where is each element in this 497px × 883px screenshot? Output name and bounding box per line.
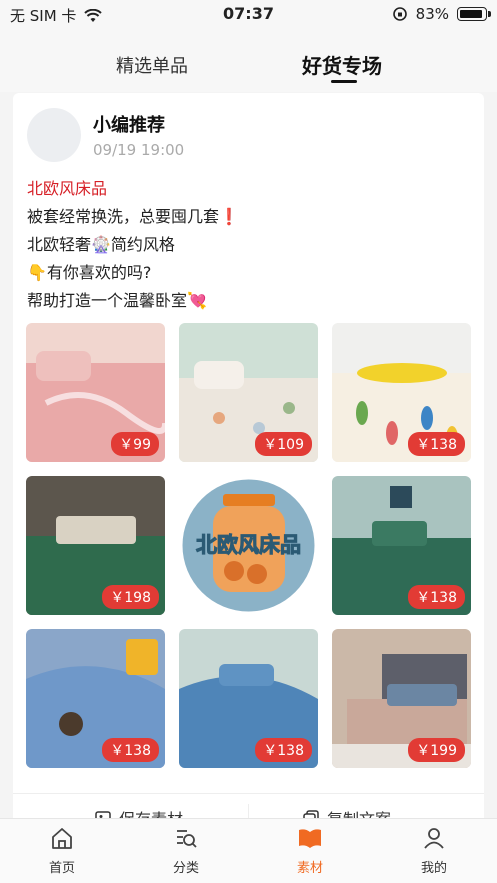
author-name: 小编推荐	[93, 115, 165, 136]
bottom-nav: 首页 分类 素材 我的	[0, 818, 497, 883]
post-line: 👇有你喜欢的吗?	[27, 263, 152, 282]
nav-material[interactable]: 素材	[280, 825, 340, 876]
post-line: 北欧轻奢🎡简约风格	[27, 235, 175, 254]
battery-percent: 83%	[415, 5, 449, 23]
product-image[interactable]: ￥99	[26, 323, 165, 462]
category-search-icon	[177, 830, 197, 848]
nav-category[interactable]: 分类	[156, 825, 216, 876]
post-text: 北欧风床品 被套经常换洗，总要囤几套❗ 北欧轻奢🎡简约风格 👇有你喜欢的吗? 帮…	[27, 175, 239, 315]
price-badge: ￥138	[255, 738, 312, 762]
post-date: 09/19 19:00	[93, 141, 185, 159]
post-line: 被套经常换洗，总要囤几套❗	[27, 207, 239, 226]
nav-material-label: 素材	[296, 861, 323, 876]
jar-logo-icon: 北欧风床品	[179, 476, 318, 615]
nav-home-label: 首页	[48, 861, 75, 876]
product-image[interactable]: ￥138	[26, 629, 165, 768]
product-image[interactable]: ￥138	[179, 629, 318, 768]
top-tabs: 精选单品 好货专场	[0, 30, 497, 92]
avatar[interactable]	[27, 108, 81, 162]
tab-good-deals[interactable]: 好货专场	[302, 50, 382, 79]
status-bar: 无 SIM 卡 07:37 83%	[0, 0, 497, 30]
product-image[interactable]: ￥109	[179, 323, 318, 462]
active-tab-indicator	[331, 80, 357, 83]
battery-icon	[457, 7, 491, 21]
price-badge: ￥138	[408, 432, 465, 456]
orientation-lock-icon	[392, 7, 407, 21]
price-badge: ￥109	[255, 432, 312, 456]
image-grid: ￥99 ￥109 ￥138 ￥198 北欧风床品 ￥138 ￥138 ￥138 …	[26, 323, 471, 769]
post-title: 北欧风床品	[27, 179, 108, 198]
nav-category-label: 分类	[172, 861, 199, 876]
logo-text: 北欧风床品	[196, 533, 301, 557]
product-image[interactable]: ￥199	[332, 629, 471, 768]
brand-logo-image[interactable]: 北欧风床品	[179, 476, 318, 615]
price-badge: ￥99	[111, 432, 159, 456]
book-icon	[299, 829, 321, 848]
nav-home[interactable]: 首页	[32, 825, 92, 876]
price-badge: ￥138	[408, 585, 465, 609]
price-badge: ￥198	[102, 585, 159, 609]
price-badge: ￥199	[408, 738, 465, 762]
nav-profile-label: 我的	[420, 861, 447, 876]
tab-featured-items[interactable]: 精选单品	[116, 52, 188, 78]
home-icon	[52, 828, 72, 849]
user-icon	[424, 828, 444, 849]
product-image[interactable]: ￥138	[332, 323, 471, 462]
post-card: 小编推荐 09/19 19:00 北欧风床品 被套经常换洗，总要囤几套❗ 北欧轻…	[13, 93, 484, 833]
post-line: 帮助打造一个温馨卧室💘	[27, 291, 207, 310]
product-image[interactable]: ￥138	[332, 476, 471, 615]
price-badge: ￥138	[102, 738, 159, 762]
product-image[interactable]: ￥198	[26, 476, 165, 615]
nav-profile[interactable]: 我的	[404, 825, 464, 876]
